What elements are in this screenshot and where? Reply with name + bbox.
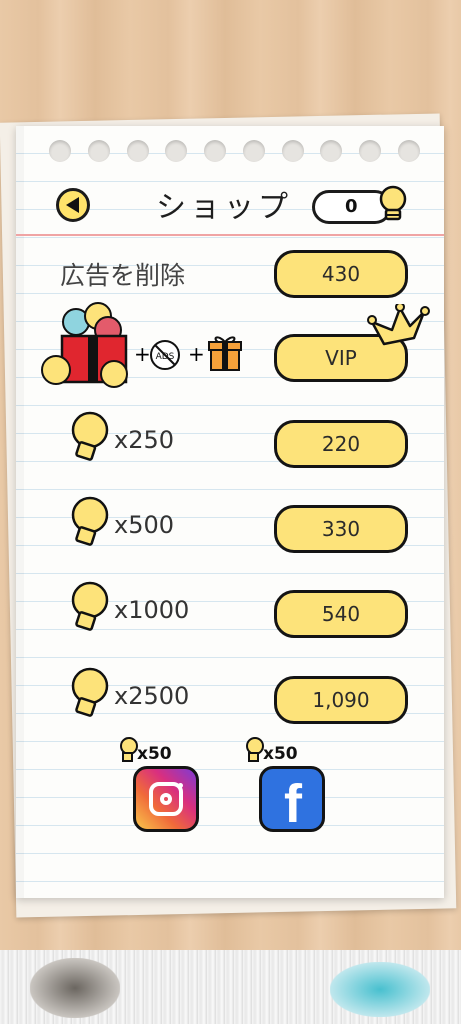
facebook-reward-amount: x50 [263,744,298,764]
lightbulb-icon [71,667,109,717]
lightbulb-icon [71,496,109,546]
pack-price-button[interactable]: 220 [274,420,408,468]
hint-count: 0 [345,196,358,217]
remove-ads-row: 広告を削除 430 [16,238,444,308]
facebook-icon: f [284,774,302,834]
pack-quantity: x250 [114,426,175,454]
instagram-reward-amount: x50 [137,744,172,764]
instagram-reward-badge: x50 [117,736,172,764]
pack-price-button[interactable]: 540 [274,590,408,638]
no-ads-icon: ADS [150,340,180,370]
pack-price-button[interactable]: 330 [274,505,408,553]
plus-sign: + [188,342,205,366]
pack-quantity: x1000 [114,596,190,624]
instagram-button[interactable] [133,766,199,832]
back-button[interactable] [56,188,90,222]
remove-ads-label: 広告を削除 [60,261,186,290]
lightbulb-icon [120,737,138,762]
pack-row: x1000 540 [16,578,444,648]
shop-paper: ショップ 0 広告を削除 430 + ADS + VIP x250 220 x5… [16,126,444,898]
lightbulb-icon [246,737,264,762]
pack-quantity: x2500 [114,682,190,710]
binder-holes [49,140,420,162]
ad-image [30,958,120,1018]
ad-image [330,962,430,1017]
remove-ads-button[interactable]: 430 [274,250,408,298]
pack-row: x500 330 [16,493,444,563]
facebook-button[interactable]: f [259,766,325,834]
instagram-reward: x50 [120,737,199,832]
pack-row: x250 220 [16,408,444,478]
pack-quantity: x500 [114,511,175,539]
gift-bundle-icon [41,302,128,388]
pack-price-button[interactable]: 1,090 [274,676,408,724]
lightbulb-icon [71,411,109,461]
gift-icon [208,336,242,371]
pack-row: x2500 1,090 [16,664,444,734]
facebook-reward-badge: x50 [243,736,298,764]
shop-header: ショップ 0 [16,176,444,236]
page-title: ショップ [156,190,292,225]
crown-icon [367,304,430,346]
facebook-reward: x50 f [246,737,325,834]
lightbulb-icon [71,581,109,631]
lightbulb-icon [379,185,407,221]
